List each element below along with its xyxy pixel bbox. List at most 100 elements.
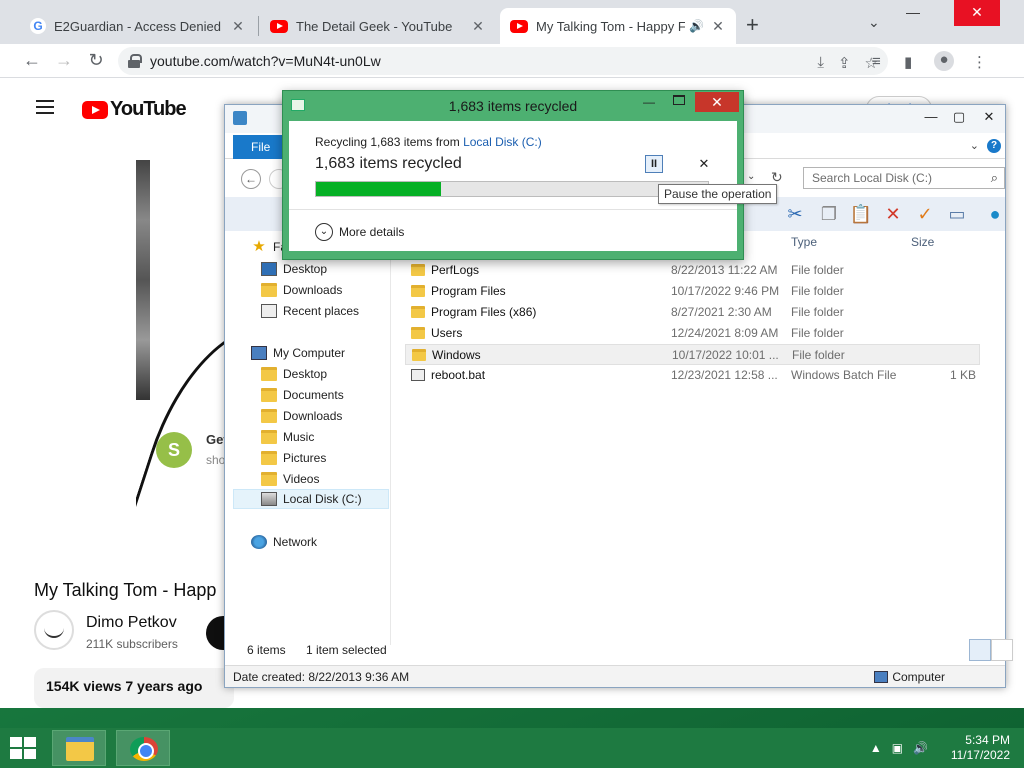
explorer-minimize-button[interactable]: — (917, 107, 945, 129)
file-date: 10/17/2022 9:46 PM (671, 284, 780, 298)
ribbon-expand-icon[interactable]: ⌄ (970, 139, 979, 152)
details-view-icon[interactable] (969, 639, 991, 661)
table-row[interactable]: Program Files (x86) 8/27/2021 2:30 AM Fi… (405, 302, 980, 323)
volume-icon[interactable]: 🔊 (913, 741, 928, 755)
explorer-close-button[interactable]: ✕ (975, 107, 1003, 129)
nav-desktop[interactable]: Desktop (261, 259, 327, 279)
nav-documents[interactable]: Documents (261, 385, 344, 405)
recycle-progress-bar (315, 181, 709, 197)
video-frame-strip (136, 160, 150, 400)
network-icon (251, 535, 267, 549)
column-header-type[interactable]: Type (791, 235, 817, 249)
share-icon[interactable]: ⇪ (838, 54, 851, 72)
rename-check-icon[interactable]: ✓ (913, 202, 937, 226)
file-name: reboot.bat (431, 368, 486, 382)
media-queue-icon[interactable]: ≡ (872, 53, 881, 70)
channel-name[interactable]: Dimo Petkov (86, 614, 177, 632)
tab-separator (258, 16, 259, 36)
windows-start-icon[interactable] (10, 737, 38, 759)
channel-avatar[interactable] (34, 610, 74, 650)
column-header-size[interactable]: Size (911, 235, 934, 249)
explorer-maximize-button[interactable]: ▢ (945, 107, 973, 129)
close-tab-icon[interactable]: ✕ (230, 18, 246, 35)
delete-icon[interactable]: ✕ (881, 202, 905, 226)
folder-icon (411, 306, 425, 318)
speaker-icon: 🔊 (689, 19, 704, 33)
table-row[interactable]: Windows 10/17/2022 10:01 ... File folder (405, 344, 980, 365)
video-description[interactable]: 154K views 7 years ago (34, 668, 234, 708)
table-row[interactable]: Program Files 10/17/2022 9:46 PM File fo… (405, 281, 980, 302)
address-dropdown-icon[interactable]: ⌄ (747, 171, 755, 182)
nav-downloads[interactable]: Downloads (261, 280, 342, 300)
nav-music[interactable]: Music (261, 427, 314, 447)
source-location-link[interactable]: Local Disk (C:) (463, 135, 542, 149)
profile-avatar-icon[interactable]: ● (934, 51, 954, 71)
system-tray: ▲ ▣ 🔊 (870, 741, 928, 755)
reload-icon[interactable]: ↻ (84, 50, 108, 72)
dialog-close-button[interactable]: ✕ (695, 92, 739, 112)
back-arrow-icon[interactable]: ← (241, 169, 261, 189)
tab-my-talking-tom[interactable]: My Talking Tom - Happy Face 🔊 ✕ (500, 8, 736, 44)
show-hidden-icons-icon[interactable]: ▲ (870, 741, 882, 755)
help-icon[interactable]: ? (987, 139, 1001, 153)
subscriber-count: 211K subscribers (86, 637, 178, 651)
address-bar[interactable]: youtube.com/watch?v=MuN4t-un0Lw ⤓ ⇪ ☆ (118, 47, 888, 75)
file-name: Users (431, 326, 463, 340)
ad-subtitle: sho (206, 453, 226, 467)
tiles-view-icon[interactable] (991, 639, 1013, 661)
nav-network[interactable]: Network (251, 532, 317, 552)
forward-arrow-icon[interactable]: → (52, 50, 76, 72)
globe-icon[interactable]: ● (983, 202, 1007, 226)
folder-icon (261, 409, 277, 423)
menu-dots-icon[interactable]: ⋮ (972, 53, 987, 71)
tab-detail-geek[interactable]: The Detail Geek - YouTube ✕ (260, 8, 496, 44)
file-type: File folder (791, 326, 844, 340)
dialog-divider (289, 209, 737, 210)
tab-e2guardian[interactable]: G E2Guardian - Access Denied ✕ (20, 8, 256, 44)
computer-zone-label: Computer (892, 670, 945, 684)
close-window-button[interactable]: ✕ (954, 0, 1000, 26)
cancel-operation-button[interactable]: ✕ (695, 155, 713, 173)
tab-search-icon[interactable]: ⌄ (868, 14, 880, 31)
minimize-button[interactable]: — (890, 0, 936, 26)
file-menu-tab[interactable]: File (233, 135, 289, 159)
new-tab-button[interactable]: + (746, 12, 759, 38)
dialog-minimize-button[interactable]: — (643, 96, 657, 109)
nav-my-computer[interactable]: My Computer (251, 343, 345, 363)
taskbar-file-explorer[interactable] (52, 730, 106, 766)
nav-pc-downloads[interactable]: Downloads (261, 406, 342, 426)
dialog-maximize-button[interactable] (673, 95, 685, 105)
explorer-search-input[interactable]: Search Local Disk (C:) ⌕ (803, 167, 1005, 189)
copy-icon[interactable]: ❐ (817, 202, 841, 226)
back-arrow-icon[interactable]: ← (20, 50, 44, 72)
table-row[interactable]: reboot.bat 12/23/2021 12:58 ... Windows … (405, 365, 980, 386)
system-clock[interactable]: 5:34 PM 11/17/2022 (951, 733, 1010, 763)
disk-icon (261, 492, 277, 506)
paste-icon[interactable]: 📋 (849, 202, 873, 226)
nav-pictures[interactable]: Pictures (261, 448, 326, 468)
item-count: 6 items (247, 643, 286, 657)
folder-icon (411, 327, 425, 339)
youtube-logo[interactable]: YouTube (82, 98, 187, 121)
close-tab-icon[interactable]: ✕ (710, 18, 726, 35)
tab-title: E2Guardian - Access Denied (54, 18, 221, 34)
nav-videos[interactable]: Videos (261, 469, 319, 489)
hamburger-menu-icon[interactable] (36, 100, 54, 114)
close-tab-icon[interactable]: ✕ (470, 18, 486, 35)
table-row[interactable]: Users 12/24/2021 8:09 AM File folder (405, 323, 980, 344)
table-row[interactable]: PerfLogs 8/22/2013 11:22 AM File folder (405, 260, 980, 281)
properties-icon[interactable]: ▭ (945, 202, 969, 226)
nav-label: Downloads (283, 409, 343, 423)
nav-label: Documents (283, 388, 344, 402)
nav-recent-places[interactable]: Recent places (261, 301, 359, 321)
taskbar-chrome[interactable] (116, 730, 170, 766)
nav-local-disk[interactable]: Local Disk (C:) (233, 489, 389, 509)
pause-button[interactable]: II (645, 155, 663, 173)
install-icon[interactable]: ⤓ (817, 54, 824, 72)
side-panel-icon[interactable]: ▮ (904, 53, 912, 71)
network-status-icon[interactable]: ▣ (892, 741, 903, 755)
cut-icon[interactable]: ✂ (783, 202, 807, 226)
nav-pc-desktop[interactable]: Desktop (261, 364, 327, 384)
more-details-toggle[interactable]: ⌄ More details (315, 223, 404, 241)
quick-access-icon[interactable] (233, 111, 247, 125)
